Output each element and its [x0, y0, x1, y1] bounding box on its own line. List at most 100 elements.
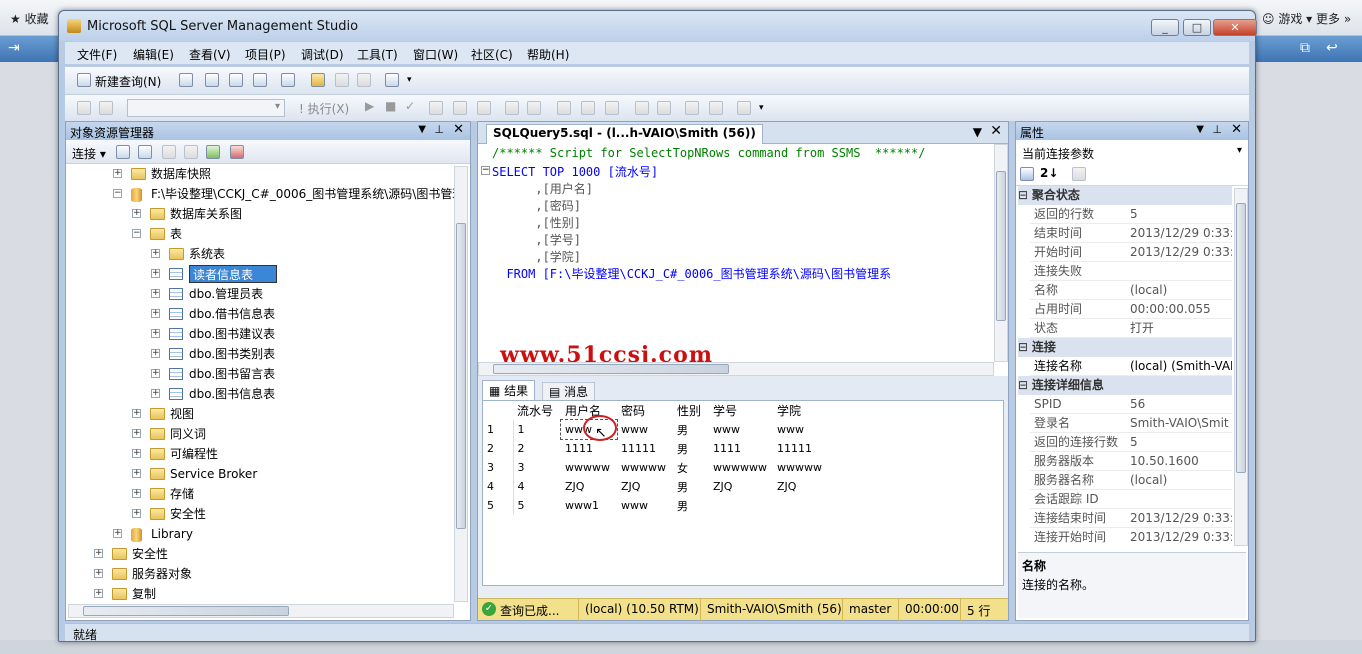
- tree-node[interactable]: + dbo.图书信息表: [66, 385, 446, 403]
- tree-node[interactable]: + 复制: [66, 585, 446, 600]
- comment-icon[interactable]: [635, 101, 649, 115]
- tree-node[interactable]: + 数据库快照: [66, 165, 446, 183]
- prop-row[interactable]: SPID 56: [1030, 395, 1232, 414]
- collapse-icon[interactable]: −: [132, 229, 141, 238]
- menu-view[interactable]: 查看(V): [189, 46, 231, 63]
- menu-project[interactable]: 项目(P): [245, 46, 286, 63]
- editor-close-icon[interactable]: ✕: [990, 123, 1002, 139]
- tree-node[interactable]: + dbo.借书信息表: [66, 305, 446, 323]
- grid-cell[interactable]: 男: [673, 420, 709, 439]
- menu-community[interactable]: 社区(C): [471, 46, 513, 63]
- prop-row[interactable]: 服务器名称 (local): [1030, 471, 1232, 490]
- results-to-file-icon[interactable]: [605, 101, 619, 115]
- column-header[interactable]: 流水号: [513, 401, 561, 420]
- expand-icon[interactable]: +: [132, 409, 141, 418]
- display-plan-icon[interactable]: [429, 101, 443, 115]
- grid-cell[interactable]: 男: [673, 496, 709, 515]
- grid-cell[interactable]: [773, 496, 833, 515]
- expand-icon[interactable]: +: [132, 469, 141, 478]
- grid-cell[interactable]: wwwwww: [709, 458, 773, 477]
- prop-category[interactable]: ⊟ 聚合状态: [1018, 186, 1232, 205]
- tree-node[interactable]: − F:\毕设整理\CCKJ_C#_0006_图书管理系统\源码\图书管理: [66, 185, 464, 203]
- oe-filter-icon[interactable]: [184, 145, 198, 159]
- oe-refresh-icon[interactable]: [206, 145, 220, 159]
- oe-connect-icon[interactable]: [116, 145, 130, 159]
- toolbar2-overflow-icon[interactable]: ▾: [759, 103, 764, 113]
- expand-icon[interactable]: +: [151, 249, 160, 258]
- oe-vscrollbar[interactable]: [454, 166, 468, 602]
- property-pages-icon[interactable]: [1072, 167, 1086, 181]
- prop-close-icon[interactable]: ✕: [1231, 122, 1242, 137]
- close-button[interactable]: ✕: [1213, 19, 1257, 36]
- menu-window[interactable]: 窗口(W): [413, 46, 458, 63]
- menu-tools[interactable]: 工具(T): [357, 46, 398, 63]
- expand-icon[interactable]: +: [151, 369, 160, 378]
- stop-icon[interactable]: ■: [385, 99, 396, 113]
- prop-row[interactable]: 占用时间 00:00:00.055: [1030, 300, 1232, 319]
- prop-row[interactable]: 状态 打开: [1030, 319, 1232, 338]
- specify-values-icon[interactable]: [477, 101, 491, 115]
- increase-indent-icon[interactable]: [709, 101, 723, 115]
- code-collapse-icon[interactable]: −: [481, 166, 490, 175]
- tree-node[interactable]: + Library: [66, 525, 446, 543]
- tree-node[interactable]: + dbo.管理员表: [66, 285, 446, 303]
- prop-pin-icon[interactable]: ⊥: [1212, 123, 1222, 136]
- table-row[interactable]: 5 5 www1 www 男: [483, 496, 833, 515]
- tab-messages[interactable]: ▤ 消息: [542, 382, 596, 400]
- xmla-query-icon[interactable]: [253, 73, 267, 87]
- debug-icon[interactable]: ▶: [365, 99, 374, 113]
- database-select[interactable]: ▾: [127, 99, 285, 117]
- new-tab-icon[interactable]: ⧉: [1300, 40, 1310, 56]
- include-plan-icon[interactable]: [505, 101, 519, 115]
- table-row[interactable]: 4 4 ZJQ ZJQ 男 ZJQ ZJQ: [483, 477, 833, 496]
- expand-icon[interactable]: +: [151, 269, 160, 278]
- oe-close-icon[interactable]: ✕: [453, 122, 464, 137]
- favorites-link[interactable]: ★ 收藏: [10, 10, 49, 27]
- grid-cell[interactable]: ZJQ: [617, 477, 673, 496]
- tree-node[interactable]: + 数据库关系图: [66, 205, 446, 223]
- grid-cell[interactable]: ZJQ: [561, 477, 617, 496]
- oe-pin-icon[interactable]: ⊥: [434, 123, 444, 136]
- uncomment-icon[interactable]: [657, 101, 671, 115]
- decrease-indent-icon[interactable]: [685, 101, 699, 115]
- row-number[interactable]: 2: [483, 439, 514, 458]
- grid-cell[interactable]: ZJQ: [709, 477, 773, 496]
- print-icon[interactable]: [357, 73, 371, 87]
- client-stats-icon[interactable]: [527, 101, 541, 115]
- oe-hscrollbar[interactable]: [68, 604, 454, 618]
- collapse-icon[interactable]: ⊟: [1018, 378, 1032, 392]
- row-number[interactable]: 3: [483, 458, 514, 477]
- table-row[interactable]: 3 3 wwwww wwwww 女 wwwwww wwwww: [483, 458, 833, 477]
- tree-node[interactable]: + 存储: [66, 485, 446, 503]
- prop-row[interactable]: 结束时间 2013/12/29 0:33:5: [1030, 224, 1232, 243]
- expand-icon[interactable]: +: [132, 449, 141, 458]
- database-engine-query-icon[interactable]: [205, 73, 219, 87]
- tree-node[interactable]: − 表: [66, 225, 446, 243]
- tree-node[interactable]: + 系统表: [66, 245, 446, 263]
- change-connection-icon[interactable]: [99, 101, 113, 115]
- expand-icon[interactable]: +: [94, 549, 103, 558]
- grid-cell[interactable]: www: [617, 420, 673, 439]
- alphabetical-icon[interactable]: 2↓: [1040, 166, 1058, 180]
- grid-cell[interactable]: ZJQ: [773, 477, 833, 496]
- grid-cell[interactable]: 5: [513, 496, 561, 515]
- column-header[interactable]: 学院: [773, 401, 833, 420]
- grid-cell[interactable]: 男: [673, 439, 709, 458]
- column-header[interactable]: 性别: [673, 401, 709, 420]
- results-to-grid-icon[interactable]: [581, 101, 595, 115]
- prop-row[interactable]: 名称 (local): [1030, 281, 1232, 300]
- grid-cell[interactable]: www: [617, 496, 673, 515]
- oe-connect-button[interactable]: 连接 ▾: [72, 145, 106, 162]
- expand-icon[interactable]: +: [151, 309, 160, 318]
- expand-icon[interactable]: +: [151, 289, 160, 298]
- tree-node[interactable]: + 安全性: [66, 505, 446, 523]
- expand-icon[interactable]: +: [132, 509, 141, 518]
- oe-dropdown-icon[interactable]: ▼: [418, 124, 426, 135]
- grid-cell[interactable]: wwwww: [561, 458, 617, 477]
- grid-cell[interactable]: 1: [513, 420, 561, 439]
- prop-row[interactable]: 返回的连接行数 5: [1030, 433, 1232, 452]
- expand-icon[interactable]: +: [94, 569, 103, 578]
- games-link[interactable]: ☺ 游戏 ▾: [1262, 10, 1312, 27]
- expand-icon[interactable]: +: [132, 429, 141, 438]
- tab-sqlquery5[interactable]: SQLQuery5.sql - (l...h-VAIO\Smith (56)): [486, 124, 763, 144]
